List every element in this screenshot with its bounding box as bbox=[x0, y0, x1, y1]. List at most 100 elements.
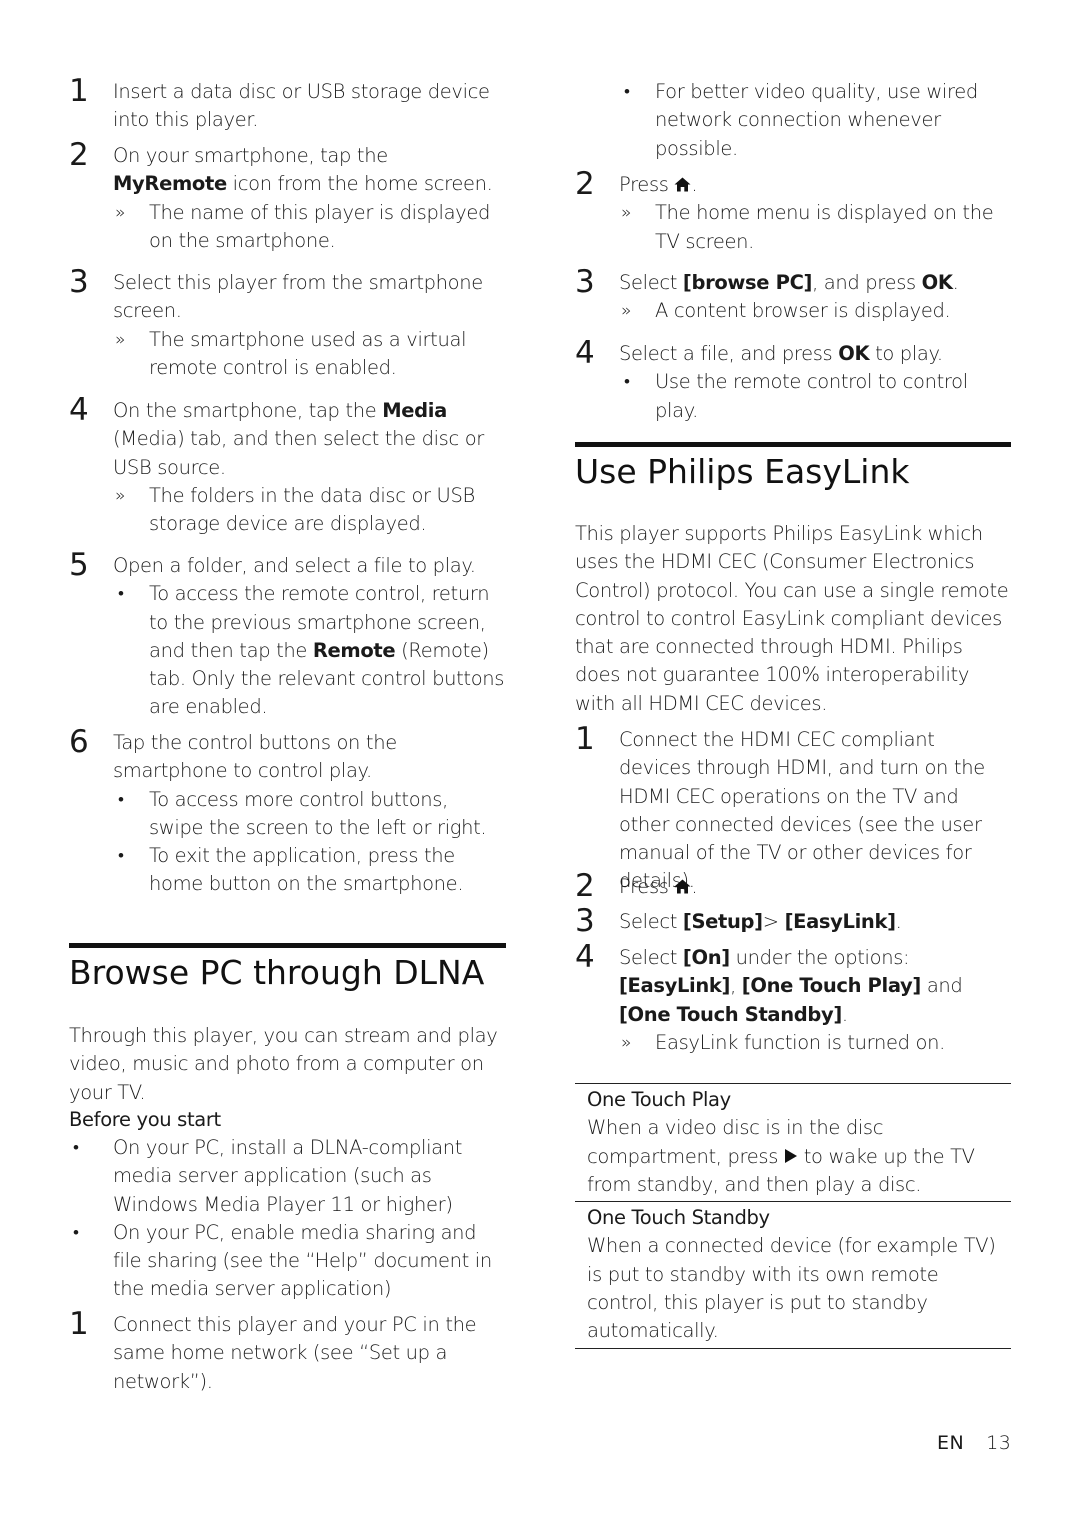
page-footer: EN 13 bbox=[937, 1432, 1011, 1454]
text: Select bbox=[619, 910, 683, 933]
step-text: Select a file, and press OK to play. bbox=[619, 340, 1011, 368]
setup-label: [Setup] bbox=[682, 910, 763, 933]
result-text: The name of this player is displayed on … bbox=[149, 200, 491, 252]
easylink-step-2-press-home: 2 Press . bbox=[575, 868, 1011, 904]
text: (Media) tab, and then select the disc or… bbox=[113, 427, 484, 479]
text: On your smartphone, tap the bbox=[113, 144, 388, 167]
text: , and press bbox=[812, 271, 922, 294]
step-text: Connect this player and your PC in the s… bbox=[113, 1313, 477, 1393]
play-icon bbox=[784, 1148, 797, 1163]
step-1-insert-disc: 1 Insert a data disc or USB storage devi… bbox=[69, 73, 506, 135]
media-label: Media bbox=[382, 399, 447, 422]
step-text: Select [Setup]> [EasyLink]. bbox=[619, 908, 1011, 936]
easylink-step-4-select-on: 4 Select [On] under the options: [EasyLi… bbox=[575, 942, 1011, 1057]
step-number: 2 bbox=[69, 137, 89, 173]
note-text: To access more control buttons, swipe th… bbox=[149, 787, 487, 839]
step-3-select-player: 3 Select this player from the smartphone… bbox=[69, 264, 506, 382]
table-row: One Touch Play When a video disc is in t… bbox=[575, 1083, 1011, 1201]
easylink-step-3-select-setup: 3 Select [Setup]> [EasyLink]. bbox=[575, 903, 1011, 939]
step-number: 1 bbox=[575, 721, 595, 757]
bullet-mark: • bbox=[73, 1138, 79, 1158]
result-text: The home menu is displayed on the TV scr… bbox=[655, 201, 994, 253]
step-text: Open a folder, and select a file to play… bbox=[113, 554, 476, 577]
result-mark: » bbox=[621, 301, 632, 322]
prereq-list: • On your PC, install a DLNA-compliant me… bbox=[69, 1134, 506, 1304]
section-divider bbox=[69, 943, 506, 948]
myremote-label: MyRemote bbox=[113, 172, 227, 196]
result-mark: » bbox=[621, 1032, 632, 1053]
step-note: • For better video quality, use wired net… bbox=[619, 78, 1011, 163]
step-text: Tap the control buttons on the smartphon… bbox=[113, 731, 397, 783]
result-text: The folders in the data disc or USB stor… bbox=[149, 483, 475, 536]
section-title-dlna: Browse PC through DLNA bbox=[69, 953, 485, 992]
result-mark: » bbox=[115, 329, 126, 350]
row-title: One Touch Play bbox=[587, 1088, 731, 1111]
step-result: » EasyLink function is turned on. bbox=[619, 1029, 1011, 1057]
text: Select bbox=[619, 271, 683, 294]
result-text: A content browser is displayed. bbox=[655, 299, 951, 323]
text: . bbox=[952, 271, 959, 294]
dlna-step-3-browse-pc: 3 Select [browse PC], and press OK. » A c… bbox=[575, 264, 1011, 326]
text: icon from the home screen. bbox=[226, 172, 493, 196]
prereq-item: • On your PC, install a DLNA-compliant me… bbox=[69, 1134, 506, 1219]
step-note: • To access more control buttons, swipe t… bbox=[113, 786, 506, 843]
text: . bbox=[691, 875, 698, 898]
step-text: On the smartphone, tap the Media (Media)… bbox=[113, 397, 506, 482]
step-number: 5 bbox=[69, 547, 89, 583]
easylink-feature-table: One Touch Play When a video disc is in t… bbox=[575, 1083, 1011, 1349]
step-note: • To exit the application, press the home… bbox=[113, 842, 506, 899]
text: On the smartphone, tap the bbox=[113, 399, 383, 422]
text: and bbox=[920, 974, 963, 998]
step-number: 3 bbox=[575, 903, 595, 939]
step-number: 4 bbox=[575, 335, 595, 371]
text: > bbox=[762, 910, 785, 933]
before-you-start-label: Before you start bbox=[69, 1108, 221, 1131]
ok-label: OK bbox=[838, 342, 870, 365]
step-text: Connect the HDMI CEC compliant devices t… bbox=[619, 728, 985, 893]
step-4-tap-media: 4 On the smartphone, tap the Media (Medi… bbox=[69, 395, 506, 538]
text: . bbox=[841, 1002, 848, 1026]
row-desc: When a connected device (for example TV)… bbox=[587, 1234, 996, 1343]
row-desc: When a video disc is in the disc compart… bbox=[587, 1114, 1011, 1199]
dlna-step-1-connect: 1 Connect this player and your PC in the… bbox=[69, 1309, 506, 1396]
step-number: 2 bbox=[575, 166, 595, 202]
step-number: 3 bbox=[69, 264, 89, 300]
prereq-text: On your PC, enable media sharing and fil… bbox=[113, 1220, 492, 1301]
step-number: 3 bbox=[575, 264, 595, 300]
step-text: On your smartphone, tap the MyRemote ico… bbox=[113, 142, 506, 199]
easylink-label: [EasyLink] bbox=[784, 910, 896, 933]
step-number: 2 bbox=[575, 868, 595, 904]
text: Press bbox=[619, 173, 675, 196]
step-text: Select [browse PC], and press OK. bbox=[619, 269, 1011, 297]
text: . bbox=[895, 910, 902, 933]
result-text: EasyLink function is turned on. bbox=[655, 1030, 945, 1054]
row-title: One Touch Standby bbox=[587, 1206, 770, 1230]
step-note: • To access the remote control, return to… bbox=[113, 580, 506, 721]
easylink-intro: This player supports Philips EasyLink wh… bbox=[575, 522, 1009, 715]
text: Select bbox=[619, 946, 683, 969]
prereq-text: On your PC, install a DLNA-compliant med… bbox=[113, 1136, 463, 1216]
step-text: Press . bbox=[619, 873, 1011, 901]
language-code: EN bbox=[937, 1432, 965, 1454]
step-note: • Use the remote control to control play. bbox=[619, 368, 1011, 425]
remote-label: Remote bbox=[312, 638, 396, 662]
step-result: » A content browser is displayed. bbox=[619, 297, 1011, 325]
section-divider bbox=[575, 442, 1011, 447]
text: under the options: bbox=[729, 946, 910, 969]
page-number: 13 bbox=[986, 1432, 1012, 1454]
step-number: 1 bbox=[69, 73, 89, 109]
text: Press bbox=[619, 875, 675, 898]
easylink-step-1-connect: 1 Connect the HDMI CEC compliant devices… bbox=[575, 721, 1011, 896]
ok-label: OK bbox=[921, 271, 953, 294]
text: Select a file, and press bbox=[619, 342, 839, 365]
one-touch-play-label: [One Touch Play] bbox=[741, 974, 922, 998]
result-mark: » bbox=[115, 202, 126, 223]
note-text: Use the remote control to control play. bbox=[655, 370, 968, 422]
easylink-label: [EasyLink] bbox=[619, 974, 731, 998]
step-text: Insert a data disc or USB storage device… bbox=[113, 80, 490, 132]
bullet-mark: • bbox=[624, 372, 630, 393]
result-mark: » bbox=[621, 203, 632, 224]
step-6-tap-controls: 6 Tap the control buttons on the smartph… bbox=[69, 727, 506, 899]
step-text: Select [On] under the options: [EasyLink… bbox=[619, 944, 1011, 1029]
note-text: To exit the application, press the home … bbox=[149, 844, 464, 896]
